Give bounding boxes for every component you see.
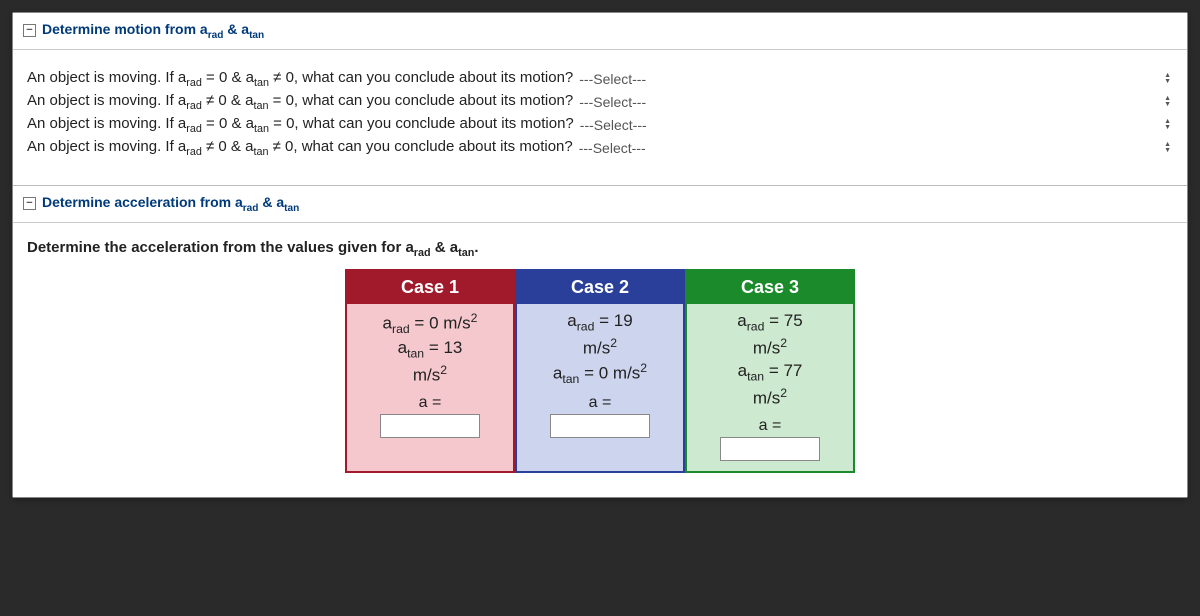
cases-container: Case 1 arad = 0 m/s2 atan = 13 m/s2 a = <box>27 269 1173 473</box>
question-row: An object is moving. If arad = 0 & atan … <box>27 69 1173 89</box>
section2-title: Determine acceleration from arad & atan <box>42 194 299 214</box>
answer-input-case3[interactable] <box>720 437 820 461</box>
collapse-icon[interactable]: − <box>23 24 36 37</box>
chevron-updown-icon: ▲▼ <box>1164 142 1171 154</box>
answer-input-case1[interactable] <box>380 414 480 438</box>
arad-unit: m/s2 <box>527 335 673 361</box>
answer-select[interactable]: ---Select--- ▲▼ <box>579 94 1173 110</box>
atan-line: atan = 0 m/s2 <box>527 360 673 388</box>
answer-select[interactable]: ---Select--- ▲▼ <box>579 71 1173 87</box>
section2-prompt: Determine the acceleration from the valu… <box>27 239 1173 259</box>
arad-line: arad = 75 <box>697 310 843 335</box>
collapse-icon[interactable]: − <box>23 197 36 210</box>
case-2: Case 2 arad = 19 m/s2 atan = 0 m/s2 a = <box>515 269 685 473</box>
section2-header: − Determine acceleration from arad & ata… <box>13 186 1187 223</box>
answer-select[interactable]: ---Select--- ▲▼ <box>580 117 1173 133</box>
case-1: Case 1 arad = 0 m/s2 atan = 13 m/s2 a = <box>345 269 515 473</box>
case-body: arad = 75 m/s2 atan = 77 m/s2 <box>687 304 853 415</box>
chevron-updown-icon: ▲▼ <box>1164 119 1171 131</box>
atan-line: atan = 13 <box>357 337 503 362</box>
a-equals-label: a = <box>687 417 853 435</box>
a-equals-label: a = <box>517 394 683 412</box>
section1-title: Determine motion from arad & atan <box>42 21 264 41</box>
section1-header: − Determine motion from arad & atan <box>13 13 1187 50</box>
page-container: − Determine motion from arad & atan An o… <box>12 12 1188 498</box>
case-3: Case 3 arad = 75 m/s2 atan = 77 m/s2 a <box>685 269 855 473</box>
question-text: An object is moving. If arad ≠ 0 & atan … <box>27 138 573 158</box>
a-equals-label: a = <box>347 394 513 412</box>
atan-line: atan = 77 <box>697 360 843 385</box>
answer-input-case2[interactable] <box>550 414 650 438</box>
section2-body: Determine the acceleration from the valu… <box>13 223 1187 497</box>
question-text: An object is moving. If arad ≠ 0 & atan … <box>27 92 573 112</box>
case-title: Case 3 <box>687 271 853 304</box>
chevron-updown-icon: ▲▼ <box>1164 96 1171 108</box>
unit-line: m/s2 <box>357 362 503 388</box>
question-text: An object is moving. If arad = 0 & atan … <box>27 69 573 89</box>
question-row: An object is moving. If arad ≠ 0 & atan … <box>27 138 1173 158</box>
case-title: Case 1 <box>347 271 513 304</box>
case-title: Case 2 <box>517 271 683 304</box>
case-body: arad = 19 m/s2 atan = 0 m/s2 <box>517 304 683 392</box>
question-text: An object is moving. If arad = 0 & atan … <box>27 115 574 135</box>
answer-select[interactable]: ---Select--- ▲▼ <box>579 140 1173 156</box>
arad-unit: m/s2 <box>697 335 843 361</box>
case-body: arad = 0 m/s2 atan = 13 m/s2 <box>347 304 513 392</box>
section1-body: An object is moving. If arad = 0 & atan … <box>13 50 1187 185</box>
question-row: An object is moving. If arad = 0 & atan … <box>27 115 1173 135</box>
atan-unit: m/s2 <box>697 385 843 411</box>
arad-line: arad = 19 <box>527 310 673 335</box>
question-row: An object is moving. If arad ≠ 0 & atan … <box>27 92 1173 112</box>
chevron-updown-icon: ▲▼ <box>1164 73 1171 85</box>
arad-line: arad = 0 m/s2 <box>357 310 503 338</box>
